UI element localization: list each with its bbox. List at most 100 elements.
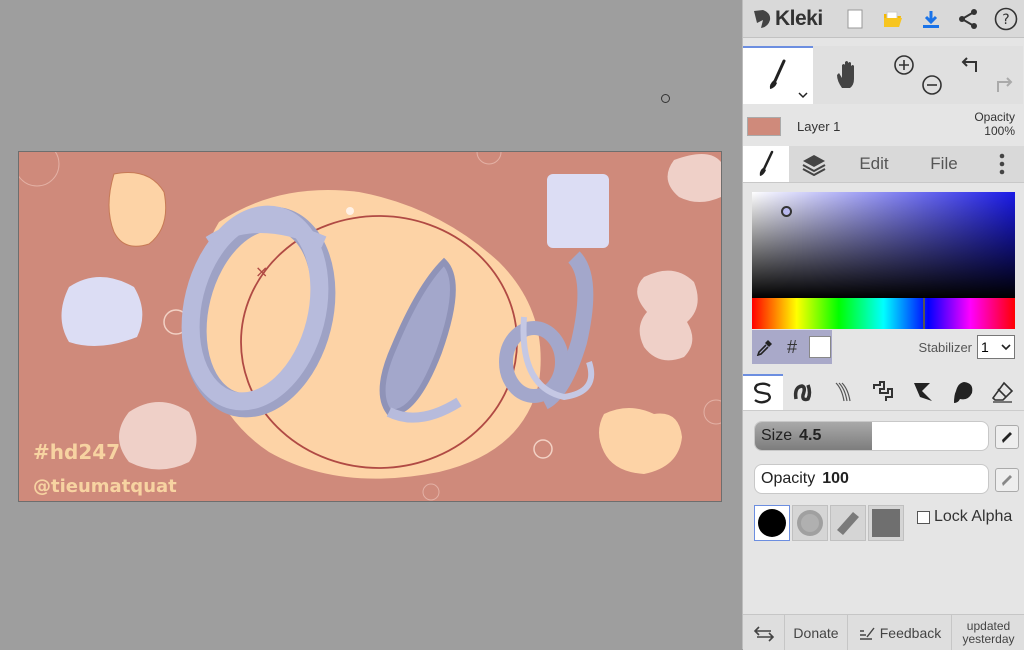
chemy-brush-icon: [914, 383, 932, 401]
pen-brush-icon: [754, 382, 771, 404]
lock-alpha-checkbox[interactable]: [917, 510, 930, 524]
eyedropper-icon: [757, 340, 773, 356]
tip-chisel[interactable]: [830, 505, 866, 541]
updated-label-line2: yesterday: [962, 631, 1015, 646]
round-hard-tip-icon: [758, 509, 786, 537]
swap-sides-button[interactable]: [743, 615, 785, 650]
opacity-value: 100: [822, 470, 849, 487]
opacity-slider[interactable]: Opacity 100: [754, 464, 989, 494]
lavender-rect: [547, 174, 609, 248]
brush-tool-button[interactable]: [743, 46, 813, 104]
feedback-button[interactable]: Feedback: [848, 615, 952, 650]
color-tools-group: #: [752, 330, 832, 364]
layer-name: Layer 1: [797, 118, 841, 134]
undo-icon[interactable]: [961, 54, 983, 76]
layer-opacity-value: 100%: [984, 124, 1015, 138]
square-tip-icon: [872, 509, 900, 537]
history-buttons: [953, 46, 1023, 104]
dot: [346, 207, 354, 215]
download-icon: [922, 10, 939, 28]
new-file-button[interactable]: [836, 0, 874, 37]
open-file-button[interactable]: [874, 0, 912, 37]
pink-blob: [119, 402, 197, 470]
pen-pressure-icon: [1002, 475, 1012, 486]
open-folder-icon: [883, 11, 902, 27]
pixel-brush-icon: [873, 381, 893, 401]
bottom-bar: Donate Feedback updated yesterday: [743, 614, 1024, 650]
lock-alpha-label: Lock Alpha: [934, 508, 1013, 525]
workspace[interactable]: × #hd247 @tieumatquat: [0, 0, 742, 649]
eyedropper-button[interactable]: [752, 330, 779, 364]
share-button[interactable]: [950, 0, 988, 37]
updated-label-line1: updated: [966, 618, 1011, 633]
chevron-down-icon: [798, 92, 808, 99]
new-file-icon: [847, 9, 863, 28]
pink-peanut-blob: [637, 270, 698, 361]
more-menu-button[interactable]: [979, 146, 1024, 182]
smudge-brush-icon: [954, 382, 973, 403]
tip-round-soft[interactable]: [792, 505, 828, 541]
smudge-brush-button[interactable]: [943, 374, 983, 410]
kleki-logo-icon: [754, 9, 771, 28]
blend-brush-button[interactable]: [783, 374, 823, 410]
opacity-pressure-toggle[interactable]: [995, 468, 1019, 492]
zoom-in-icon[interactable]: [893, 54, 915, 76]
zoom-buttons: [883, 46, 953, 104]
tab-brush[interactable]: [743, 146, 789, 182]
pixel-brush-button[interactable]: [863, 374, 903, 410]
color-picker-handle[interactable]: [781, 206, 792, 217]
tab-layers[interactable]: [789, 146, 839, 182]
stabilizer-value: 1: [981, 339, 989, 355]
brush-tab-icon: [759, 150, 774, 176]
share-icon: [959, 8, 978, 29]
eraser-button[interactable]: [983, 374, 1023, 410]
size-slider[interactable]: Size 4.5: [754, 421, 989, 451]
handle-text: @tieumatquat: [33, 476, 177, 497]
pen-brush-button[interactable]: [743, 374, 783, 410]
drawing-canvas[interactable]: × #hd247 @tieumatquat: [18, 151, 722, 502]
blend-brush-icon: [793, 384, 812, 402]
zoom-out-icon[interactable]: [921, 74, 943, 96]
help-icon: ?: [994, 7, 1018, 30]
download-button[interactable]: [912, 0, 950, 37]
tab-edit[interactable]: Edit: [839, 146, 909, 182]
color-tools-row: # Stabilizer 1: [752, 330, 1015, 364]
layer-opacity: Opacity 100%: [974, 110, 1015, 138]
tip-round-hard[interactable]: [754, 505, 790, 541]
app-name: Kleki: [775, 6, 823, 30]
redo-icon[interactable]: [991, 74, 1013, 96]
changelog-button[interactable]: updated yesterday: [952, 615, 1024, 650]
chisel-tip-icon: [837, 512, 859, 535]
hue-slider-handle[interactable]: [923, 298, 925, 329]
hashtag-text: #hd247: [33, 440, 120, 464]
more-vertical-icon: [999, 153, 1005, 175]
opacity-label: Opacity: [761, 470, 816, 487]
help-button[interactable]: ?: [987, 0, 1024, 37]
hex-input-button[interactable]: #: [779, 330, 806, 364]
primary-color-button[interactable]: [805, 330, 832, 364]
hand-tool-button[interactable]: [813, 46, 883, 104]
primary-color-swatch: [808, 336, 831, 358]
hue-slider[interactable]: [752, 298, 1015, 329]
chevron-down-icon: [1001, 344, 1011, 351]
brush-cursor: [661, 94, 670, 103]
donate-button[interactable]: Donate: [785, 615, 848, 650]
tip-square[interactable]: [868, 505, 904, 541]
lock-alpha-option[interactable]: Lock Alpha: [917, 508, 1012, 526]
size-value: 4.5: [799, 427, 822, 444]
size-pressure-toggle[interactable]: [995, 425, 1019, 449]
chemy-brush-button[interactable]: [903, 374, 943, 410]
canvas-artwork: × #hd247 @tieumatquat: [19, 152, 721, 501]
layer-row[interactable]: Layer 1 Opacity 100%: [743, 108, 1024, 144]
tab-file[interactable]: File: [909, 146, 979, 182]
stabilizer-label: Stabilizer: [918, 339, 972, 355]
color-picker-area[interactable]: [752, 192, 1015, 298]
brand[interactable]: Kleki: [751, 7, 836, 31]
sketchy-brush-button[interactable]: [823, 374, 863, 410]
eraser-icon: [991, 381, 1014, 403]
layers-icon: [802, 155, 826, 176]
side-panel: Kleki ? Layer 1 Opacity 100% Edit File #…: [742, 0, 1024, 650]
stabilizer-select[interactable]: 1: [977, 335, 1015, 359]
swap-arrows-icon: [753, 625, 774, 642]
brush-types: [743, 374, 1024, 411]
